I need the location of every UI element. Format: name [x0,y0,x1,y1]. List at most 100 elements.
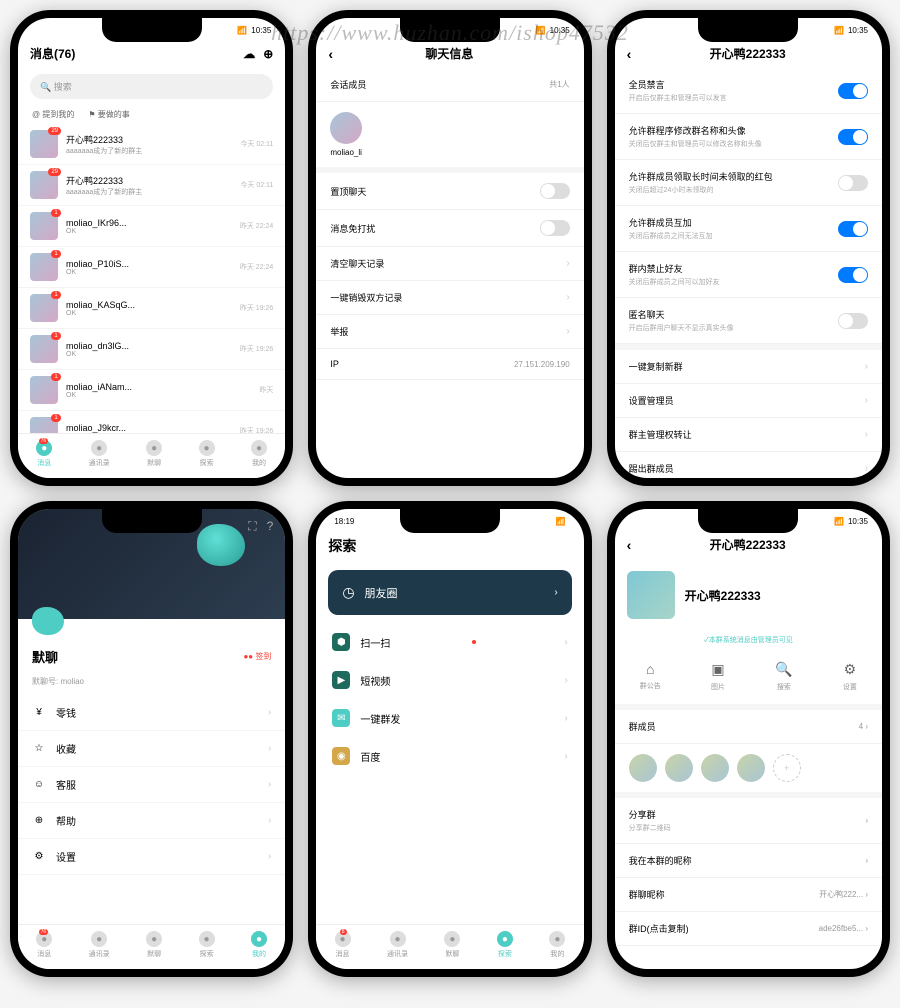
chevron-right-icon: › [564,713,567,724]
tab-消息[interactable]: ●76消息 [36,440,52,468]
avatar-mascot[interactable] [32,607,64,635]
explore-短视频[interactable]: ▶短视频› [316,661,583,699]
moments-card[interactable]: ◷ 朋友圈 › [328,570,571,615]
setting-row[interactable]: 群ID(点击复制)ade26fbe5... › [615,912,882,946]
cloud-icon[interactable]: ☁ [243,47,255,61]
chat-item[interactable]: 29开心鸭222333aaaaaaa成为了新的群主今天 02:11 [18,124,285,165]
member-avatar[interactable] [737,754,765,782]
chat-item[interactable]: 1moliao_IKr96...OK昨天 22:24 [18,206,285,247]
back-button[interactable]: ‹ [328,46,333,62]
setting-row[interactable]: 群主管理权转让› [615,418,882,452]
members-count[interactable]: 4 › [859,722,868,731]
tab-探索[interactable]: ●探索 [497,931,513,959]
toggle[interactable] [838,221,868,237]
toggle[interactable] [540,183,570,199]
group-action-图片[interactable]: ▣图片 [711,661,725,692]
toggle[interactable] [838,129,868,145]
add-icon[interactable]: ⊕ [263,47,273,61]
tab-默聊[interactable]: ●默聊 [146,931,162,959]
chat-item[interactable]: 1moliao_dn3lG...OK昨天 19:26 [18,329,285,370]
setting-row[interactable]: 允许群成员互加关闭后群成员之间无法互加 [615,206,882,252]
menu-零钱[interactable]: ¥零钱› [18,695,285,731]
tab-消息[interactable]: ●8消息 [335,931,351,959]
tab-默聊[interactable]: ●默聊 [444,931,460,959]
setting-row[interactable]: 允许群程序修改群名称和头像关闭后仅群主和管理员可以修改名称和头像 [615,114,882,160]
back-button[interactable]: ‹ [627,46,632,62]
setting-row[interactable]: 群内禁止好友关闭后群成员之间可以加好友 [615,252,882,298]
group-action-搜索[interactable]: 🔍搜索 [775,661,792,692]
group-action-群公告[interactable]: ⌂群公告 [640,661,661,692]
tab-mentions[interactable]: @ 提到我的 [32,109,74,120]
chat-preview: OK [66,392,251,399]
member-avatar[interactable] [665,754,693,782]
setting-row[interactable]: 我在本群的昵称 › [615,844,882,878]
setting-row[interactable]: 全员禁言开启后仅群主和管理员可以发言 [615,68,882,114]
chat-item[interactable]: 1moliao_P10iS...OK昨天 22:24 [18,247,285,288]
setting-row[interactable]: 匿名聊天开启后群用户聊天不显示真实头像 [615,298,882,344]
chat-item[interactable]: 1moliao_KASqG...OK昨天 19:26 [18,288,285,329]
help-icon[interactable]: ? [267,519,274,534]
setting-row[interactable]: 分享群分享群二维码 › [615,798,882,844]
chat-name: moliao_P10iS... [66,259,232,269]
menu-收藏[interactable]: ☆收藏› [18,731,285,767]
setting-row[interactable]: 举报› [316,315,583,349]
setting-row[interactable]: 置顶聊天 [316,173,583,210]
member-avatar[interactable] [330,112,362,144]
menu-label: 客服 [56,777,76,792]
profile-id: 默聊号: moliao [18,676,285,695]
toggle[interactable] [838,175,868,191]
toggle[interactable] [838,313,868,329]
tab-通讯录[interactable]: ●通讯录 [387,931,408,959]
explore-百度[interactable]: ◉百度› [316,737,583,775]
tab-探索[interactable]: ●探索 [199,931,215,959]
group-avatar[interactable] [627,571,675,619]
tab-todo[interactable]: ⚑ 要做的事 [88,109,129,120]
scan-icon[interactable]: ⛶ [248,519,256,534]
row-value: 开心鸭222... › [819,889,868,900]
row-label: 群主管理权转让 [629,428,692,441]
menu-帮助[interactable]: ⊕帮助› [18,803,285,839]
member-count: 共1人 [549,79,569,90]
tab-通讯录[interactable]: ●通讯录 [89,931,110,959]
tab-探索[interactable]: ●探索 [199,440,215,468]
toggle[interactable] [838,267,868,283]
member-avatar[interactable] [701,754,729,782]
setting-row[interactable]: 清空聊天记录› [316,247,583,281]
tab-我的[interactable]: ●我的 [251,931,267,959]
tab-我的[interactable]: ●我的 [549,931,565,959]
setting-row[interactable]: 一键销毁双方记录› [316,281,583,315]
row-label: 群ID(点击复制) [629,922,689,935]
tab-我的[interactable]: ●我的 [251,440,267,468]
chat-time: 今天 02:11 [240,180,273,190]
setting-row[interactable]: 一键复制新群› [615,350,882,384]
tab-icon: ● [390,931,406,947]
chat-item[interactable]: 29开心鸭222333aaaaaaa成为了新的群主今天 02:11 [18,165,285,206]
chat-avatar: 29 [30,130,58,158]
tab-通讯录[interactable]: ●通讯录 [89,440,110,468]
chat-item[interactable]: 1moliao_iANam...OK昨天 [18,370,285,411]
explore-扫一扫[interactable]: ⬢扫一扫› [316,623,583,661]
tab-默聊[interactable]: ●默聊 [146,440,162,468]
member-avatar[interactable] [629,754,657,782]
setting-row[interactable]: 允许群成员领取长时间未领取的红包关闭后超过24小时未领取的 [615,160,882,206]
explore-一键群发[interactable]: ✉一键群发› [316,699,583,737]
tab-消息[interactable]: ●76消息 [36,931,52,959]
signin-link[interactable]: ●● 签到 [243,651,271,662]
menu-客服[interactable]: ☺客服› [18,767,285,803]
setting-row[interactable]: 消息免打扰 [316,210,583,247]
menu-设置[interactable]: ⚙设置› [18,839,285,875]
toggle[interactable] [540,220,570,236]
group-action-设置[interactable]: ⚙设置 [843,661,857,692]
setting-row[interactable]: 设置管理员› [615,384,882,418]
setting-row[interactable]: IP27.151.209.190 [316,349,583,380]
search-input[interactable]: 🔍 搜索 [30,74,273,99]
toggle[interactable] [838,83,868,99]
back-button[interactable]: ‹ [627,537,632,553]
chevron-right-icon: › [566,292,569,303]
row-label: 置顶聊天 [330,185,366,198]
add-member-button[interactable]: + [773,754,801,782]
setting-row[interactable]: 群聊昵称开心鸭222... › [615,878,882,912]
setting-row[interactable]: 踢出群成员› [615,452,882,478]
chat-name: moliao_iANam... [66,382,251,392]
moments-label: 朋友圈 [365,585,398,601]
